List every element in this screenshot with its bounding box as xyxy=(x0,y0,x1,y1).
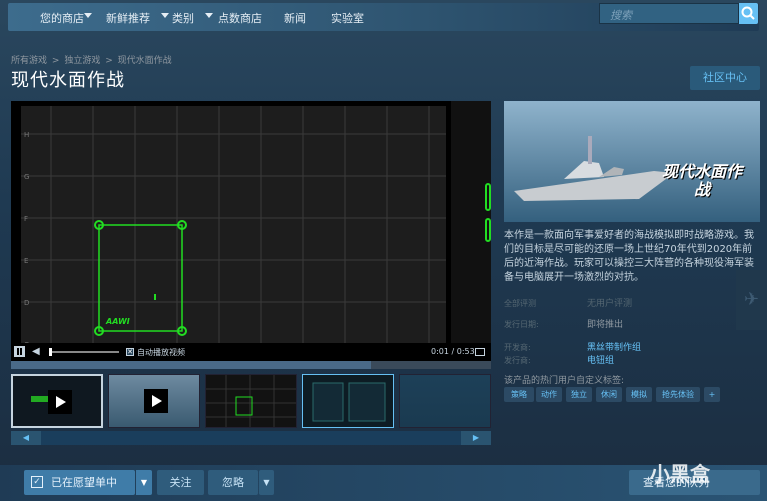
game-description: 本作是一款面向军事爱好者的海战模拟即时战略游戏。我们的目标是尽可能的还原一场上世… xyxy=(504,230,754,283)
thumb-ui xyxy=(312,382,386,422)
release-date-value: 即将推出 xyxy=(587,320,624,330)
grid-row-label: E xyxy=(24,257,28,265)
breadcrumb: 所有游戏 > 独立游戏 > 现代水面作战 xyxy=(11,53,174,66)
panel-indicator xyxy=(485,218,491,242)
checkbox-icon: ✓ xyxy=(31,476,43,488)
wishlist-label: 已在愿望单中 xyxy=(51,476,117,489)
chevron-down-icon xyxy=(161,13,169,18)
play-icon xyxy=(144,389,168,413)
publisher-link[interactable]: 电钮组 xyxy=(587,353,614,366)
unit-label: AAWI xyxy=(105,317,130,326)
thumbnail-video-1[interactable] xyxy=(11,374,103,428)
community-hub-button[interactable]: 社区中心 xyxy=(690,66,760,90)
pause-icon xyxy=(17,348,19,355)
plane-icon: ✈ xyxy=(736,270,767,330)
panel-indicator xyxy=(485,183,491,211)
video-player[interactable]: H G F E D C AAWI xyxy=(11,101,491,361)
tags-label: 该产品的热门用户自定义标签: xyxy=(504,376,625,386)
release-date-label: 发行日期: xyxy=(504,320,539,329)
tag-indie[interactable]: 独立 xyxy=(566,387,592,402)
publisher-label: 发行商: xyxy=(504,356,531,365)
volume-slider[interactable] xyxy=(49,348,119,356)
autoplay-label: 自动播放视频 xyxy=(137,348,185,357)
search-icon xyxy=(741,6,755,20)
search-button[interactable] xyxy=(739,3,758,24)
thumbnail-screenshot-2[interactable] xyxy=(302,374,394,428)
thumbnail-strip xyxy=(11,374,491,428)
tag-simulation[interactable]: 模拟 xyxy=(626,387,652,402)
thumbnail-video-2[interactable] xyxy=(108,374,200,428)
volume-icon[interactable]: ◀ xyxy=(32,347,40,357)
thumbnail-scrollbar[interactable]: ◀ ▶ xyxy=(11,431,491,445)
pause-icon xyxy=(20,348,22,355)
search-input[interactable] xyxy=(600,6,738,25)
tag-casual[interactable]: 休闲 xyxy=(596,387,622,402)
game-capsule-image: 现代水面作战 xyxy=(504,101,760,222)
video-frame: H G F E D C AAWI xyxy=(21,106,446,351)
nav-categories[interactable]: 类别 xyxy=(172,10,194,26)
capsule-title: 现代水面作战 xyxy=(661,162,742,199)
selection-box xyxy=(98,224,183,332)
thumbnail-screenshot-3[interactable] xyxy=(399,374,491,428)
nav-new-noteworthy[interactable]: 新鲜推荐 xyxy=(106,10,150,26)
wishlist-dropdown-button[interactable]: ▼ xyxy=(136,470,152,495)
tag-action[interactable]: 动作 xyxy=(536,387,562,402)
nav-labs[interactable]: 实验室 xyxy=(331,10,364,26)
scroll-right-arrow[interactable]: ▶ xyxy=(461,431,491,445)
fullscreen-icon[interactable] xyxy=(475,348,485,356)
video-progress-bar[interactable] xyxy=(11,361,491,369)
video-time: 0:01 / 0:53 xyxy=(431,347,475,356)
nav-points-shop[interactable]: 点数商店 xyxy=(218,10,262,26)
wishlist-button[interactable]: ✓ 已在愿望单中 xyxy=(24,470,135,495)
breadcrumb-link[interactable]: 现代水面作战 xyxy=(118,56,172,66)
tag-strategy[interactable]: 策略 xyxy=(504,387,534,402)
ignore-button[interactable]: 忽略 xyxy=(208,470,258,495)
video-controls: ◀ ✕ 自动播放视频 0:01 / 0:53 xyxy=(11,343,491,361)
volume-handle[interactable] xyxy=(49,348,52,356)
grid-row-label: F xyxy=(24,215,28,223)
autoplay-checkbox[interactable]: ✕ xyxy=(126,348,134,356)
grid-row-label: G xyxy=(24,173,29,181)
watermark-logo: 小黑盒 xyxy=(650,462,710,486)
thumb-grid xyxy=(206,375,296,427)
nav-news[interactable]: 新闻 xyxy=(284,10,306,26)
chevron-down-icon xyxy=(205,13,213,18)
play-icon xyxy=(48,390,72,414)
ignore-dropdown-button[interactable]: ▼ xyxy=(259,470,274,495)
grid-row-label: H xyxy=(24,131,29,139)
developer-link[interactable]: 黑丝带制作组 xyxy=(587,340,641,353)
breadcrumb-link[interactable]: 所有游戏 xyxy=(11,56,47,66)
video-progress-fill xyxy=(11,361,371,369)
scroll-left-arrow[interactable]: ◀ xyxy=(11,431,41,445)
reviews-label: 全部评测 xyxy=(504,299,536,308)
developer-label: 开发商: xyxy=(504,343,531,352)
tactical-grid: H G F E D C AAWI xyxy=(21,106,446,351)
reviews-value: 无用户评测 xyxy=(587,299,633,309)
side-panel xyxy=(451,101,491,346)
breadcrumb-separator: > xyxy=(51,56,60,66)
nav-your-store[interactable]: 您的商店 xyxy=(40,10,84,26)
search-box xyxy=(599,3,739,25)
breadcrumb-link[interactable]: 独立游戏 xyxy=(64,56,100,66)
follow-button[interactable]: 关注 xyxy=(157,470,204,495)
thumbnail-screenshot-1[interactable] xyxy=(205,374,297,428)
tag-add-button[interactable]: + xyxy=(704,387,720,402)
pause-button[interactable] xyxy=(14,346,25,357)
page-title: 现代水面作战 xyxy=(11,70,125,91)
breadcrumb-separator: > xyxy=(105,56,113,66)
tag-early-access[interactable]: 抢先体验 xyxy=(656,387,700,402)
grid-row-label: D xyxy=(24,299,29,307)
chevron-down-icon xyxy=(84,13,92,18)
